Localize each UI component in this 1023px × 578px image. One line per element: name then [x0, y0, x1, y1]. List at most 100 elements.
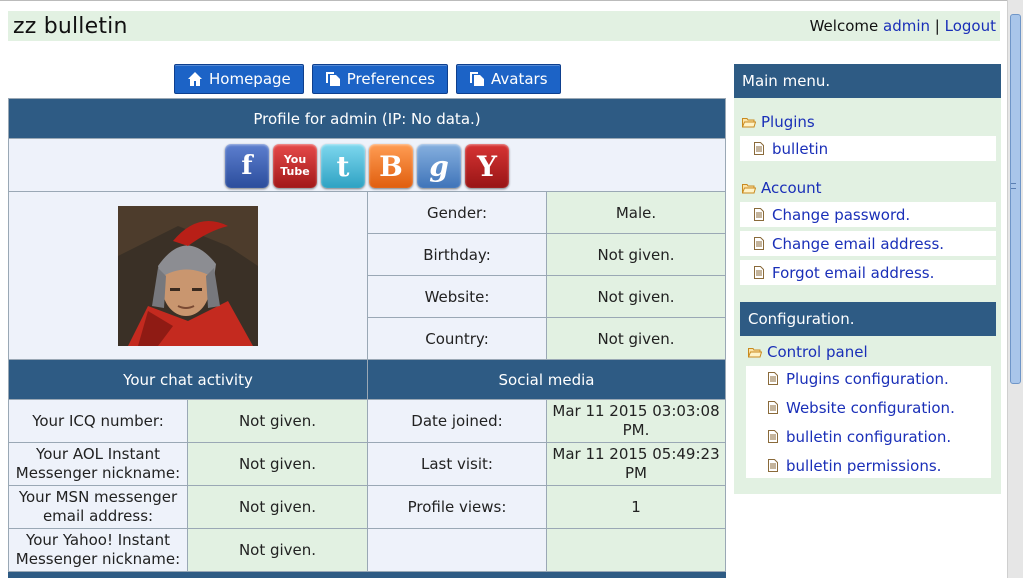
profile-table: Profile for admin (IP: No data.) f You T…: [8, 98, 726, 578]
plugins-list: bulletin: [740, 136, 996, 161]
country-value: Not given.: [546, 317, 726, 360]
avatars-button[interactable]: Avatars: [456, 64, 561, 94]
document-icon: [768, 459, 778, 472]
preferences-button-label: Preferences: [346, 70, 435, 88]
plugins-folder-label[interactable]: Plugins: [761, 113, 815, 131]
table-footer-strip: [367, 571, 726, 578]
sidebar-item-bulletin-permissions[interactable]: bulletin permissions.: [746, 453, 991, 478]
website-label: Website:: [367, 275, 547, 318]
sidebar-item-website-configuration-label[interactable]: Website configuration.: [786, 399, 955, 417]
sidebar-item-change-email-label[interactable]: Change email address.: [772, 235, 944, 253]
welcome-area: Welcome admin | Logout: [810, 17, 996, 35]
configuration-title: Configuration.: [740, 302, 996, 336]
sidebar-item-bulletin-configuration-label[interactable]: bulletin configuration.: [786, 428, 951, 446]
youtube-icon[interactable]: You Tube: [273, 144, 317, 188]
account-folder-label[interactable]: Account: [761, 179, 822, 197]
main-menu-title: Main menu.: [734, 64, 1001, 98]
window-top-edge: [0, 0, 1023, 3]
warrior-avatar-image: [118, 205, 258, 346]
profile-views-value: 1: [546, 485, 726, 529]
account-folder[interactable]: Account: [734, 179, 1001, 197]
document-icon: [754, 266, 764, 279]
welcome-text: Welcome: [809, 17, 879, 35]
empty-value: [546, 528, 726, 572]
yahoo-value: Not given.: [187, 528, 368, 572]
icq-value: Not given.: [187, 399, 368, 443]
homepage-button[interactable]: Homepage: [174, 64, 304, 94]
facebook-icon[interactable]: f: [225, 144, 269, 188]
home-icon: [188, 72, 202, 86]
empty-label: [367, 528, 547, 572]
icq-label: Your ICQ number:: [8, 399, 188, 443]
copy-icon: [470, 72, 484, 86]
birthday-label: Birthday:: [367, 233, 547, 276]
document-icon: [768, 372, 778, 385]
document-icon: [754, 208, 764, 221]
gender-value: Male.: [546, 191, 726, 234]
user-link[interactable]: admin: [883, 17, 930, 35]
yahoo-label: Your Yahoo! Instant Messenger nickname:: [8, 528, 188, 572]
sidebar-item-change-password[interactable]: Change password.: [740, 202, 996, 227]
avatar: [118, 205, 258, 346]
vertical-scrollbar[interactable]: [1007, 0, 1023, 578]
copy-icon: [325, 72, 340, 86]
site-title: zz bulletin: [13, 13, 128, 39]
last-visit-label: Last visit:: [367, 442, 547, 486]
sidebar-item-forgot-email[interactable]: Forgot email address.: [740, 260, 996, 285]
avatars-button-label: Avatars: [491, 70, 548, 88]
welcome-separator: |: [934, 17, 940, 35]
folder-icon: [742, 117, 756, 127]
control-panel-folder-label[interactable]: Control panel: [767, 343, 868, 361]
document-icon: [768, 430, 778, 443]
sidebar-item-change-email[interactable]: Change email address.: [740, 231, 996, 256]
profile-heading: Profile for admin (IP: No data.): [8, 98, 726, 139]
sidebar-item-bulletin[interactable]: bulletin: [740, 136, 996, 161]
account-list: Change password. Change email address. F…: [740, 202, 996, 285]
plugins-folder[interactable]: Plugins: [734, 113, 1001, 131]
last-visit-value: Mar 11 2015 05:49:23 PM: [546, 442, 726, 486]
country-label: Country:: [367, 317, 547, 360]
aol-value: Not given.: [187, 442, 368, 486]
folder-icon: [748, 347, 762, 357]
sidebar-item-bulletin-permissions-label[interactable]: bulletin permissions.: [786, 457, 941, 475]
social-media-heading: Social media: [367, 359, 726, 400]
date-joined-value: Mar 11 2015 03:03:08 PM.: [546, 399, 726, 443]
birthday-value: Not given.: [546, 233, 726, 276]
scrollbar-grip-icon: [1011, 183, 1016, 189]
msn-label: Your MSN messenger email address:: [8, 485, 188, 529]
document-icon: [754, 142, 764, 155]
sidebar-item-bulletin-configuration[interactable]: bulletin configuration.: [746, 424, 991, 449]
sidebar-item-plugins-configuration-label[interactable]: Plugins configuration.: [786, 370, 949, 388]
logout-link[interactable]: Logout: [945, 17, 996, 35]
scrollbar-thumb[interactable]: [1010, 14, 1021, 384]
gender-label: Gender:: [367, 191, 547, 234]
website-value: Not given.: [546, 275, 726, 318]
blogger-icon[interactable]: B: [369, 144, 413, 188]
google-icon[interactable]: g: [417, 144, 461, 188]
site-header: zz bulletin Welcome admin | Logout: [8, 11, 1000, 41]
yahoo-icon[interactable]: Y: [465, 144, 509, 188]
sidebar-item-plugins-configuration[interactable]: Plugins configuration.: [746, 366, 991, 391]
config-list: Plugins configuration. Website configura…: [746, 366, 991, 478]
sidebar-item-website-configuration[interactable]: Website configuration.: [746, 395, 991, 420]
date-joined-label: Date joined:: [367, 399, 547, 443]
document-icon: [754, 237, 764, 250]
profile-views-label: Profile views:: [367, 485, 547, 529]
control-panel-folder[interactable]: Control panel: [734, 343, 1001, 361]
sidebar-item-change-password-label[interactable]: Change password.: [772, 206, 910, 224]
table-footer-strip: [8, 571, 368, 578]
aol-label: Your AOL Instant Messenger nickname:: [8, 442, 188, 486]
preferences-button[interactable]: Preferences: [311, 64, 448, 94]
sidebar-item-bulletin-label[interactable]: bulletin: [772, 140, 828, 158]
chat-activity-heading: Your chat activity: [8, 359, 368, 400]
avatar-cell: [8, 191, 368, 360]
nav-button-row: Homepage Preferences Avatars: [174, 64, 561, 94]
sidebar-item-forgot-email-label[interactable]: Forgot email address.: [772, 264, 934, 282]
folder-icon: [742, 183, 756, 193]
homepage-button-label: Homepage: [209, 70, 291, 88]
document-icon: [768, 401, 778, 414]
social-icons-row: f You Tube t B g Y: [8, 138, 726, 192]
twitter-icon[interactable]: t: [321, 144, 365, 188]
msn-value: Not given.: [187, 485, 368, 529]
sidebar: Main menu. Plugins bulletin Account Chan…: [734, 64, 1001, 494]
